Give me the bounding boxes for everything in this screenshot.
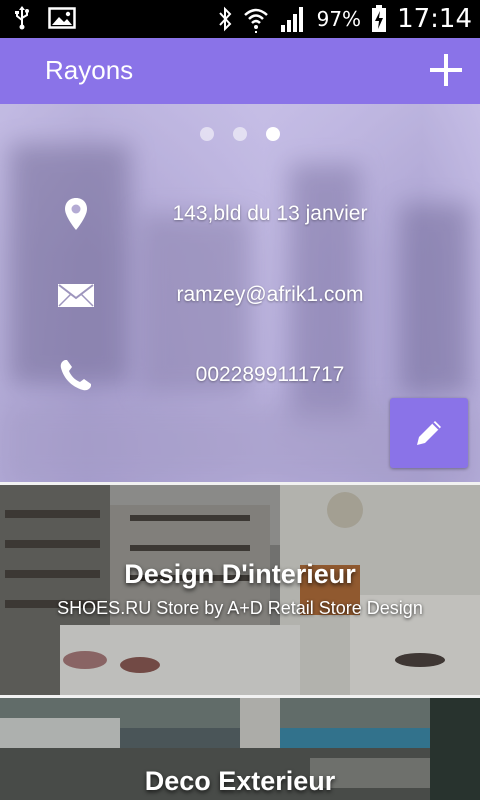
- status-left-icons: [14, 6, 76, 30]
- pager-dot-active[interactable]: [266, 127, 280, 141]
- category-card[interactable]: Deco Exterieur: [0, 698, 480, 800]
- location-pin-icon: [65, 198, 87, 230]
- status-right-icons: 97% 17:14: [217, 4, 472, 34]
- category-card[interactable]: Design D'interieur SHOES.RU Store by A+D…: [0, 485, 480, 695]
- edit-button[interactable]: [390, 398, 468, 468]
- action-bar: Rayons: [0, 38, 480, 104]
- add-button[interactable]: [426, 50, 466, 90]
- pager-dot[interactable]: [200, 127, 214, 141]
- phone-text[interactable]: 0022899111717: [120, 363, 420, 387]
- battery-charging-icon: [372, 5, 387, 32]
- address-text: 143,bld du 13 janvier: [172, 202, 368, 225]
- pager-dot[interactable]: [233, 127, 247, 141]
- category-title: Design D'interieur: [124, 559, 356, 589]
- email-text[interactable]: ramzey@afrik1.com: [120, 283, 420, 307]
- email-row: ramzey@afrik1.com: [0, 275, 480, 315]
- usb-icon: [15, 6, 29, 30]
- phone-icon: [60, 360, 91, 391]
- page-title: Rayons: [45, 55, 134, 85]
- status-bar: 97% 17:14: [0, 0, 480, 38]
- signal-icon: [280, 7, 303, 32]
- image-pager-indicator: [0, 127, 480, 141]
- pencil-icon: [417, 421, 441, 445]
- category-title: Deco Exterieur: [144, 766, 336, 796]
- category-subtitle: SHOES.RU Store by A+D Retail Store Desig…: [57, 598, 423, 618]
- category-image: [0, 485, 480, 695]
- bluetooth-icon: [218, 6, 231, 32]
- clock: 17:14: [397, 4, 472, 34]
- plus-icon: [430, 54, 462, 86]
- battery-percentage: 97%: [316, 7, 362, 31]
- phone-row: 0022899111717: [0, 355, 480, 395]
- email-icon: [58, 284, 94, 307]
- image-icon: [48, 7, 76, 29]
- shop-header: 143,bld du 13 janvier ramzey@afrik1.com …: [0, 104, 480, 482]
- wifi-icon: [243, 8, 268, 33]
- address-row: 143,bld du 13 janvier: [0, 194, 480, 234]
